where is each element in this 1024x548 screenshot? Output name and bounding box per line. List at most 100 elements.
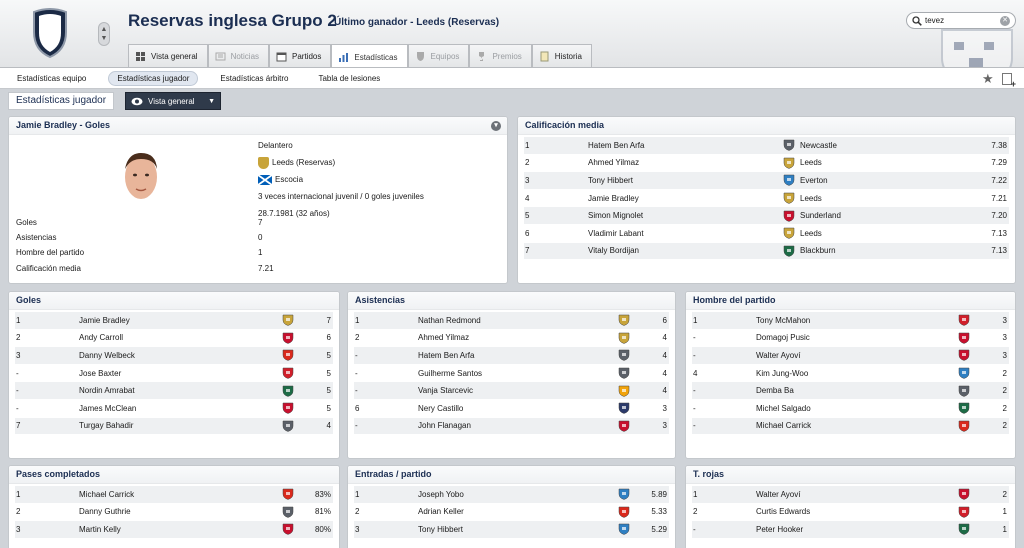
table-row[interactable]: 4 Jamie Bradley Leeds 7.21 <box>524 190 1009 208</box>
table-row[interactable]: 1 Hatem Ben Arfa Newcastle 7.38 <box>524 137 1009 155</box>
table-row[interactable]: 2 Ahmed Yilmaz 4 <box>354 330 669 348</box>
subnav-item[interactable]: Estadísticas árbitro <box>212 72 296 85</box>
player-name-link[interactable]: James McClean <box>79 404 281 413</box>
player-nation[interactable]: Escocia <box>258 171 424 188</box>
view-dropdown-button[interactable]: Vista general ▼ <box>125 92 221 110</box>
competition-switch-arrows[interactable]: ▲ ▼ <box>98 22 110 46</box>
table-row[interactable]: 1 Nathan Redmond 6 <box>354 312 669 330</box>
player-name-link[interactable]: Domagoj Pusic <box>756 333 957 342</box>
table-row[interactable]: - Demba Ba 2 <box>692 382 1009 400</box>
table-row[interactable]: 2 Ahmed Yilmaz Leeds 7.29 <box>524 155 1009 173</box>
player-name-link[interactable]: Nery Castillo <box>418 404 617 413</box>
table-row[interactable]: - Walter Ayoví 3 <box>692 347 1009 365</box>
table-row[interactable]: 2 Curtis Edwards 1 <box>692 504 1009 522</box>
table-row[interactable]: - John Flanagan 3 <box>354 417 669 436</box>
club-name-link[interactable]: Leeds <box>800 194 950 203</box>
table-row[interactable]: 3 Tony Hibbert Everton 7.22 <box>524 172 1009 190</box>
tab-estadisticas[interactable]: Estadísticas <box>331 44 408 67</box>
player-name-link[interactable]: Vladimir Labant <box>588 229 782 238</box>
table-row[interactable]: 2 Danny Guthrie 81% <box>15 504 333 522</box>
panel-menu-chevron-icon[interactable]: ▾ <box>491 121 501 131</box>
table-row[interactable]: 7 Vitaly Bordijan Blackburn 7.13 <box>524 242 1009 261</box>
player-name-link[interactable]: Jose Baxter <box>79 369 281 378</box>
table-row[interactable]: 7 Turgay Bahadir 4 <box>15 417 333 436</box>
table-row[interactable]: - Domagoj Pusic 3 <box>692 330 1009 348</box>
player-name-link[interactable]: Tony McMahon <box>756 316 957 325</box>
player-name-link[interactable]: Andy Carroll <box>79 333 281 342</box>
tab-vista-general[interactable]: Vista general <box>128 44 208 67</box>
club-name-link[interactable]: Leeds <box>800 158 950 167</box>
subnav-item[interactable]: Tabla de lesiones <box>310 72 388 85</box>
player-name-link[interactable]: Michael Carrick <box>756 421 957 430</box>
player-name-link[interactable]: Tony Hibbert <box>588 176 782 185</box>
table-row[interactable]: 1 Jamie Bradley 7 <box>15 312 333 330</box>
player-name-link[interactable]: Walter Ayoví <box>756 351 957 360</box>
player-name-link[interactable]: Michael Carrick <box>79 490 281 499</box>
table-row[interactable]: 6 Vladimir Labant Leeds 7.13 <box>524 225 1009 243</box>
table-row[interactable]: 1 Michael Carrick 83% <box>15 486 333 504</box>
player-name-link[interactable]: Vanja Starcevic <box>418 386 617 395</box>
player-name-link[interactable]: Danny Welbeck <box>79 351 281 360</box>
tab-equipos[interactable]: Equipos <box>407 44 470 67</box>
table-row[interactable]: 1 Walter Ayoví 2 <box>692 486 1009 504</box>
table-row[interactable]: - Jose Baxter 5 <box>15 365 333 383</box>
club-name-link[interactable]: Everton <box>800 176 950 185</box>
club-name-link[interactable]: Sunderland <box>800 211 950 220</box>
table-row[interactable]: 1 Joseph Yobo 5.89 <box>354 486 669 504</box>
table-row[interactable]: 2 Adrian Keller 5.33 <box>354 504 669 522</box>
player-name-link[interactable]: Ahmed Yilmaz <box>418 333 617 342</box>
search-input[interactable]: tevez <box>925 16 1000 25</box>
table-row[interactable]: 3 Martin Kelly 80% <box>15 521 333 539</box>
player-name-link[interactable]: Hatem Ben Arfa <box>588 141 782 150</box>
club-name-link[interactable]: Newcastle <box>800 141 950 150</box>
player-name-link[interactable]: Curtis Edwards <box>756 507 957 516</box>
add-page-icon[interactable] <box>1002 73 1016 89</box>
player-name-link[interactable]: Tony Hibbert <box>418 525 617 534</box>
club-name-link[interactable]: Leeds <box>800 229 950 238</box>
player-name-link[interactable]: Nordin Amrabat <box>79 386 281 395</box>
search-box[interactable]: tevez ✕ <box>906 12 1016 29</box>
player-name-link[interactable]: Peter Hooker <box>756 525 957 534</box>
table-row[interactable]: - Hatem Ben Arfa 4 <box>354 347 669 365</box>
player-name-link[interactable]: Jamie Bradley <box>79 316 281 325</box>
table-row[interactable]: - Michael Carrick 2 <box>692 417 1009 436</box>
tab-partidos[interactable]: Partidos <box>269 44 332 67</box>
tab-premios[interactable]: Premios <box>469 44 532 67</box>
table-row[interactable]: - James McClean 5 <box>15 400 333 418</box>
table-row[interactable]: 6 Nery Castillo 3 <box>354 400 669 418</box>
player-name-link[interactable]: Kim Jung-Woo <box>756 369 957 378</box>
player-name-link[interactable]: Hatem Ben Arfa <box>418 351 617 360</box>
player-name-link[interactable]: Turgay Bahadir <box>79 421 281 430</box>
subnav-item[interactable]: Estadísticas jugador <box>108 70 199 86</box>
player-name-link[interactable]: Vitaly Bordijan <box>588 246 782 255</box>
table-row[interactable]: 2 Andy Carroll 6 <box>15 330 333 348</box>
favorite-star-icon[interactable]: ★ <box>982 71 994 87</box>
player-name-link[interactable]: Danny Guthrie <box>79 507 281 516</box>
player-name-link[interactable]: Demba Ba <box>756 386 957 395</box>
table-row[interactable]: 5 Simon Mignolet Sunderland 7.20 <box>524 207 1009 225</box>
table-row[interactable]: - Guilherme Santos 4 <box>354 365 669 383</box>
player-name-link[interactable]: Martin Kelly <box>79 525 281 534</box>
table-row[interactable]: - Peter Hooker 1 <box>692 521 1009 539</box>
player-name-link[interactable]: Joseph Yobo <box>418 490 617 499</box>
player-name-link[interactable]: John Flanagan <box>418 421 617 430</box>
subnav-item[interactable]: Estadísticas equipo <box>9 72 94 85</box>
player-name-link[interactable]: Walter Ayoví <box>756 490 957 499</box>
table-row[interactable]: 1 Tony McMahon 3 <box>692 312 1009 330</box>
player-name-link[interactable]: Guilherme Santos <box>418 369 617 378</box>
table-row[interactable]: - Nordin Amrabat 5 <box>15 382 333 400</box>
table-row[interactable]: 3 Tony Hibbert 5.29 <box>354 521 669 539</box>
player-name-link[interactable]: Jamie Bradley <box>588 194 782 203</box>
player-name-link[interactable]: Ahmed Yilmaz <box>588 158 782 167</box>
player-name-link[interactable]: Michel Salgado <box>756 404 957 413</box>
tab-noticias[interactable]: Noticias <box>207 44 270 67</box>
table-row[interactable]: 3 Danny Welbeck 5 <box>15 347 333 365</box>
club-name-link[interactable]: Blackburn <box>800 246 950 255</box>
tab-historia[interactable]: Historia <box>531 44 592 67</box>
table-row[interactable]: 4 Kim Jung-Woo 2 <box>692 365 1009 383</box>
player-name-link[interactable]: Nathan Redmond <box>418 316 617 325</box>
player-name-link[interactable]: Simon Mignolet <box>588 211 782 220</box>
player-club[interactable]: Leeds (Reservas) <box>258 154 424 171</box>
table-row[interactable]: - Michel Salgado 2 <box>692 400 1009 418</box>
table-row[interactable]: - Vanja Starcevic 4 <box>354 382 669 400</box>
